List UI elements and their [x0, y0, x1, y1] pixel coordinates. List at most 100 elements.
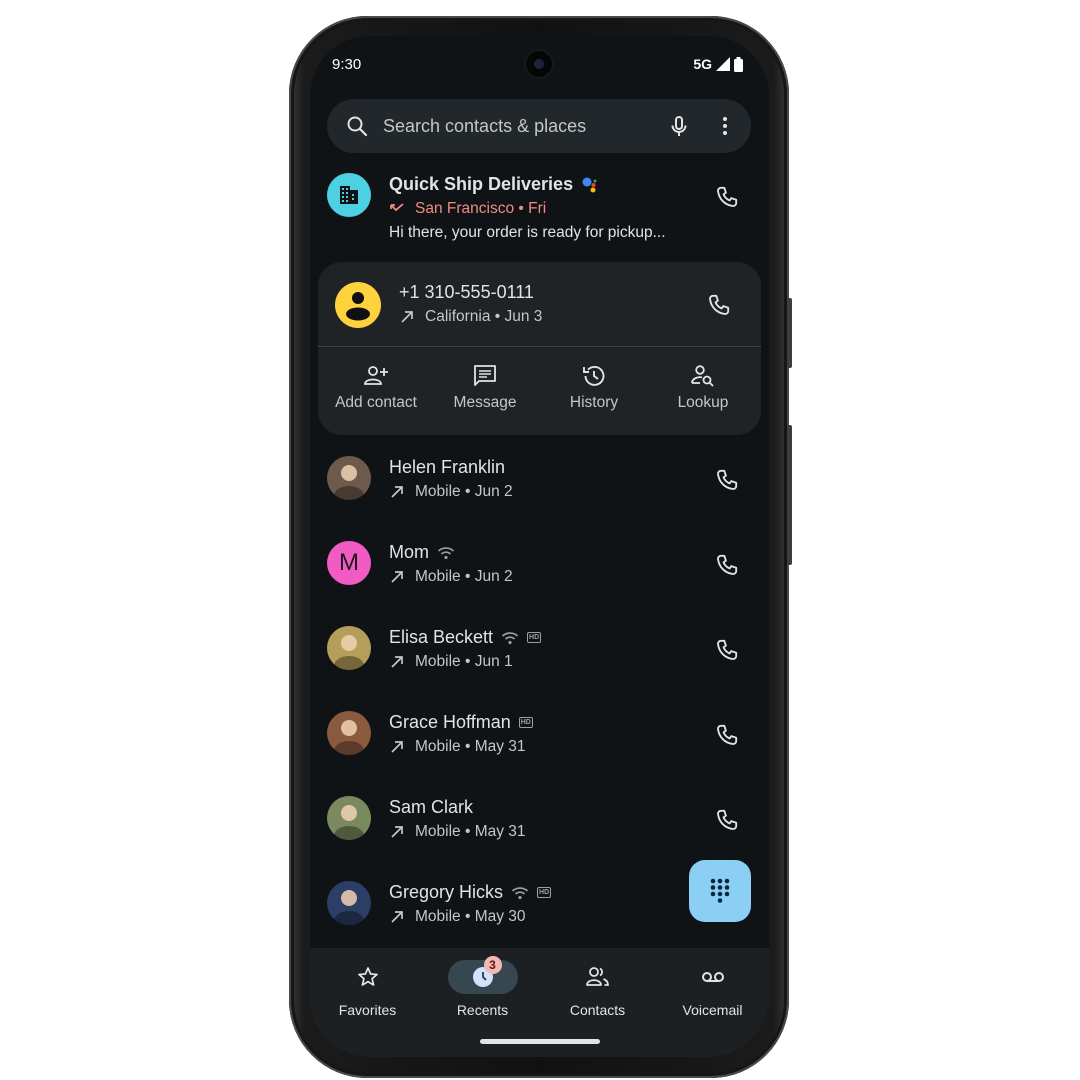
nav-label: Voicemail: [682, 1002, 743, 1018]
history-icon: [583, 365, 605, 386]
contact-photo: [327, 711, 371, 755]
photo-placeholder-icon: [334, 720, 364, 755]
contact-name: Quick Ship Deliveries: [389, 174, 574, 194]
action-label: Message: [453, 394, 517, 411]
history-button[interactable]: History: [539, 362, 649, 412]
lookup-button[interactable]: Lookup: [648, 362, 758, 412]
contact-photo: [327, 626, 371, 670]
action-label: History: [569, 394, 619, 411]
photo-placeholder-icon: [334, 890, 364, 925]
expanded-call-card: +1 310-555-0111 California • Jun 3 Add c…: [318, 262, 761, 435]
contact-name: Gregory Hicks: [389, 882, 504, 902]
outgoing-call-icon: [391, 656, 403, 668]
call-detail: California • Jun 3: [425, 308, 543, 325]
card-divider: [318, 346, 761, 347]
contact-name: Elisa Beckett: [389, 627, 494, 647]
hd-call-icon: HD: [518, 717, 533, 728]
volume-button: [787, 425, 792, 565]
dialpad-button[interactable]: [689, 860, 751, 922]
business-avatar: [327, 173, 371, 217]
wifi-calling-icon: [501, 631, 519, 644]
assistant-icon: [582, 177, 597, 192]
call-row[interactable]: Elisa Beckett HD Mobile • Jun 1: [310, 619, 769, 699]
dialpad-icon: [710, 878, 730, 903]
phone-icon[interactable]: [714, 184, 740, 210]
call-row-quick-ship[interactable]: Quick Ship Deliveries San Francisco • Fr…: [310, 166, 769, 252]
contact-name: Grace Hoffman: [389, 712, 511, 732]
wifi-calling-icon: [511, 886, 529, 899]
contact-photo: [327, 456, 371, 500]
outgoing-call-icon: [391, 571, 403, 583]
status-icons: 5G: [693, 56, 743, 72]
microphone-icon[interactable]: [667, 114, 691, 138]
nav-label: Recents: [456, 1002, 509, 1018]
nav-label: Contacts: [569, 1002, 626, 1018]
contacts-icon: [585, 967, 609, 986]
contact-name: Mom: [389, 542, 429, 562]
contact-photo: [327, 796, 371, 840]
person-icon: [346, 292, 370, 321]
missed-call-icon: [390, 203, 404, 212]
star-icon: [357, 967, 378, 986]
business-icon: [340, 186, 358, 204]
home-indicator[interactable]: [480, 1039, 600, 1044]
call-row[interactable]: Sam Clark Mobile • May 31: [310, 789, 769, 869]
call-detail: Mobile • Jun 2: [415, 483, 513, 500]
contact-photo: [327, 881, 371, 925]
battery-icon: [734, 56, 743, 72]
phone-icon[interactable]: [714, 637, 740, 663]
hd-call-icon: HD: [537, 887, 552, 898]
call-detail: Mobile • Jun 1: [415, 653, 513, 670]
add-contact-icon: [364, 366, 388, 385]
action-label: Lookup: [677, 394, 729, 411]
call-row[interactable]: M Mom Mobile • Jun 2: [310, 534, 769, 614]
photo-placeholder-icon: [334, 805, 364, 840]
nav-contacts[interactable]: Contacts: [540, 960, 655, 1018]
call-detail: Mobile • May 31: [415, 738, 526, 755]
call-row[interactable]: Grace Hoffman HD Mobile • May 31: [310, 704, 769, 784]
more-options-icon[interactable]: [713, 114, 737, 138]
power-button: [787, 298, 792, 368]
outgoing-call-icon: [391, 911, 403, 923]
photo-placeholder-icon: [334, 635, 364, 670]
phone-icon[interactable]: [714, 722, 740, 748]
network-label: 5G: [693, 56, 712, 72]
front-camera: [526, 51, 552, 77]
search-input[interactable]: Search contacts & places: [383, 116, 667, 137]
phone-icon[interactable]: [714, 552, 740, 578]
call-detail: San Francisco • Fri: [415, 200, 547, 217]
outgoing-call-icon: [401, 311, 413, 323]
nav-voicemail[interactable]: Voicemail: [655, 960, 769, 1018]
phone-screen: 9:30 5G Search contacts & places Quick S…: [310, 36, 769, 1057]
call-detail: Mobile • Jun 2: [415, 568, 513, 585]
contact-name: Helen Franklin: [389, 457, 506, 477]
hd-call-icon: HD: [527, 632, 542, 643]
letter-avatar: M: [327, 541, 371, 585]
nav-label: Favorites: [338, 1002, 397, 1018]
outgoing-call-icon: [391, 486, 403, 498]
call-detail: Mobile • May 30: [415, 908, 526, 925]
call-message: Hi there, your order is ready for pickup…: [389, 224, 666, 241]
wifi-calling-icon: [437, 546, 455, 559]
lookup-icon: [691, 365, 714, 387]
photo-placeholder-icon: [334, 465, 364, 500]
call-row[interactable]: Helen Franklin Mobile • Jun 2: [310, 449, 769, 529]
outgoing-call-icon: [391, 826, 403, 838]
message-button[interactable]: Message: [430, 362, 540, 412]
phone-icon[interactable]: [714, 807, 740, 833]
outgoing-call-icon: [391, 741, 403, 753]
add-contact-button[interactable]: Add contact: [321, 362, 431, 412]
nav-recents[interactable]: 3 Recents: [425, 956, 540, 1018]
status-time: 9:30: [332, 56, 362, 73]
search-bar[interactable]: Search contacts & places: [327, 99, 751, 153]
message-icon: [474, 365, 496, 386]
signal-icon: [716, 57, 730, 71]
search-icon: [347, 116, 368, 137]
phone-icon[interactable]: [714, 467, 740, 493]
call-detail: Mobile • May 31: [415, 823, 526, 840]
contact-name: Sam Clark: [389, 797, 474, 817]
nav-favorites[interactable]: Favorites: [310, 960, 425, 1018]
phone-icon[interactable]: [706, 292, 732, 318]
unknown-contact-avatar: [335, 282, 381, 328]
voicemail-icon: [701, 972, 724, 982]
